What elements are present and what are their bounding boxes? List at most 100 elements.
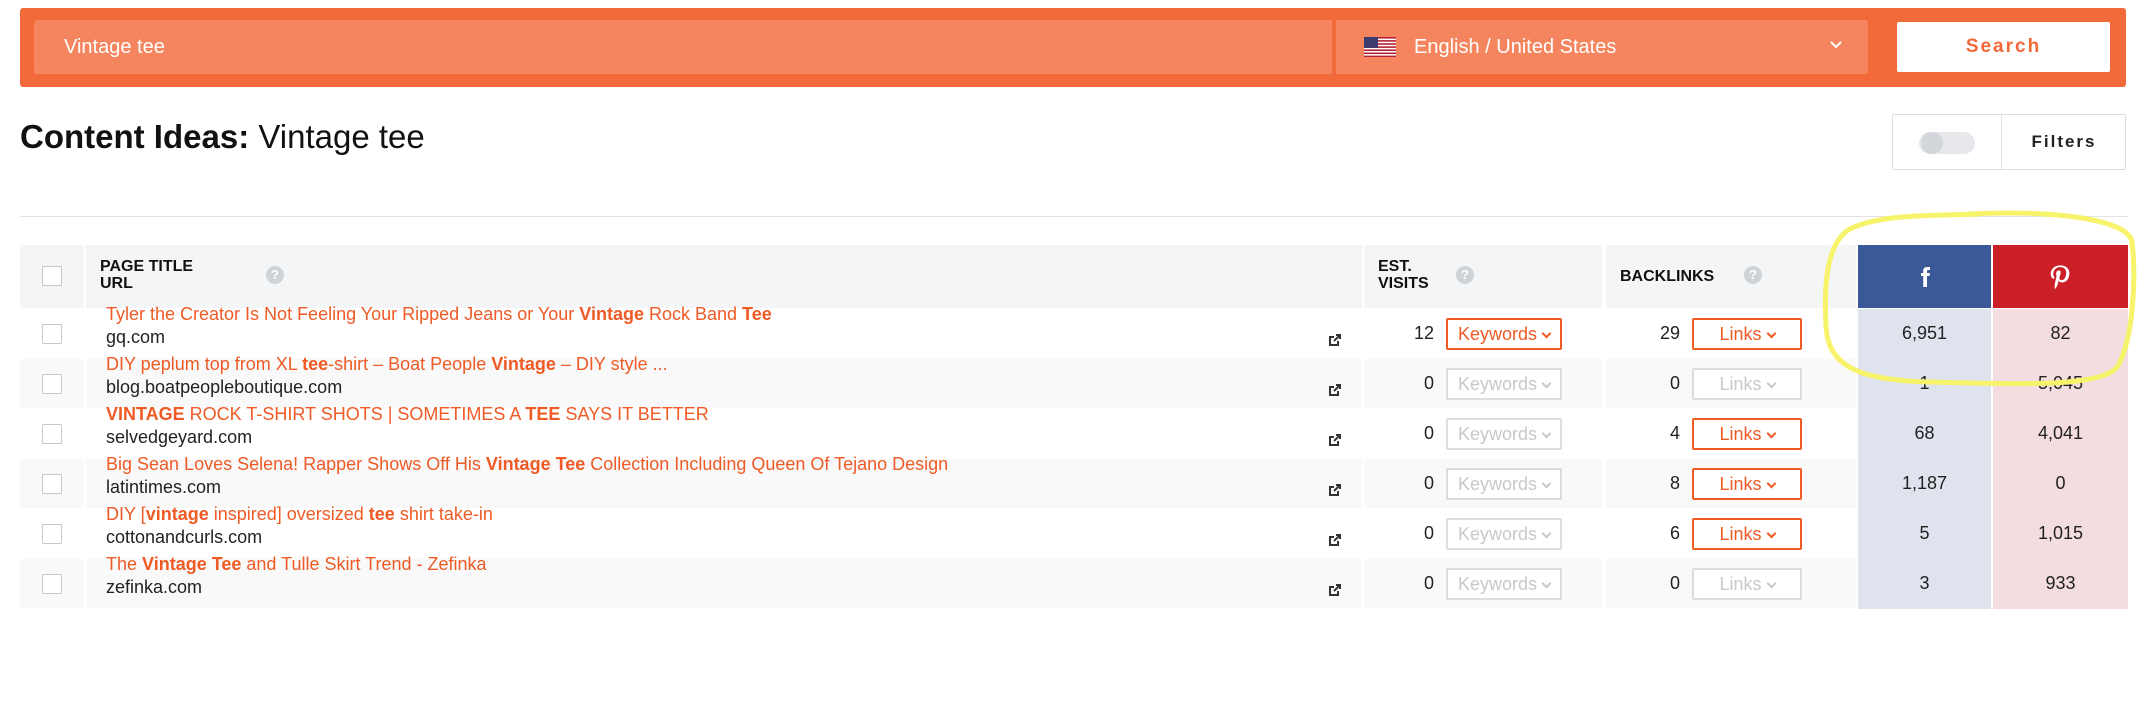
- chevron-down-icon: [1766, 328, 1776, 339]
- page-title-link[interactable]: Tyler the Creator Is Not Feeling Your Ri…: [106, 304, 772, 325]
- pinterest-shares-cell: 4,041: [1993, 409, 2128, 459]
- row-checkbox[interactable]: [42, 574, 62, 594]
- keywords-label: Keywords: [1457, 324, 1538, 344]
- title-text: SAYS IT BETTER: [560, 404, 709, 424]
- visits-cell: 0 Keywords: [1364, 409, 1602, 458]
- page-domain: blog.boatpeopleboutique.com: [106, 377, 343, 397]
- select-cell: [20, 559, 84, 608]
- links-dropdown[interactable]: Links: [1692, 468, 1802, 500]
- header-facebook-cell[interactable]: [1858, 245, 1991, 308]
- select-cell: [20, 509, 84, 558]
- keywords-label: Keywords: [1457, 424, 1538, 444]
- external-link-icon[interactable]: [1326, 331, 1344, 349]
- facebook-shares-value: 1,187: [1901, 473, 1948, 493]
- row-checkbox[interactable]: [42, 524, 62, 544]
- backlinks-cell: 0 Links: [1606, 559, 1856, 608]
- filters-button[interactable]: Filters: [2002, 115, 2126, 169]
- page-title-link[interactable]: DIY peplum top from XL tee-shirt – Boat …: [106, 354, 668, 375]
- facebook-shares-value: 1: [1919, 373, 1930, 393]
- backlinks-value: 8: [1669, 473, 1680, 493]
- search-bar: Vintage tee English / United States Sear…: [20, 8, 2126, 87]
- backlinks-value: 29: [1659, 323, 1680, 343]
- table-row: Tyler the Creator Is Not Feeling Your Ri…: [20, 304, 2128, 359]
- page-title-link[interactable]: DIY [vintage inspired] oversized tee shi…: [106, 504, 493, 525]
- select-all-checkbox[interactable]: [42, 266, 62, 286]
- backlinks-value: 0: [1669, 573, 1680, 593]
- external-link-icon[interactable]: [1326, 431, 1344, 449]
- row-checkbox[interactable]: [42, 424, 62, 444]
- links-dropdown[interactable]: Links: [1692, 518, 1802, 550]
- filter-toggle[interactable]: [1919, 132, 1975, 154]
- table-row: The Vintage Tee and Tulle Skirt Trend - …: [20, 554, 2128, 609]
- header-backlinks-cell: BACKLINKS ?: [1606, 245, 1856, 308]
- facebook-shares-cell: 3: [1858, 559, 1991, 609]
- help-icon[interactable]: ?: [1456, 266, 1474, 284]
- pinterest-shares-value: 933: [2045, 573, 2076, 593]
- backlinks-value: 6: [1669, 523, 1680, 543]
- keywords-dropdown: Keywords: [1446, 518, 1562, 550]
- pinterest-icon: [2050, 265, 2070, 289]
- page-domain: latintimes.com: [106, 477, 222, 497]
- select-cell: [20, 409, 84, 458]
- page-title-link[interactable]: Big Sean Loves Selena! Rapper Shows Off …: [106, 454, 948, 475]
- title-text: Big Sean Loves Selena! Rapper Shows Off …: [106, 454, 486, 474]
- est-visits-value: 0: [1423, 423, 1434, 443]
- search-button[interactable]: Search: [1897, 22, 2110, 72]
- keywords-dropdown: Keywords: [1446, 418, 1562, 450]
- help-icon[interactable]: ?: [1744, 266, 1762, 284]
- title-text: DIY [: [106, 504, 146, 524]
- facebook-shares-value: 68: [1914, 423, 1935, 443]
- backlinks-cell: 4 Links: [1606, 409, 1856, 458]
- est-visits-value: 0: [1423, 523, 1434, 543]
- facebook-shares-cell: 6,951: [1858, 309, 1991, 359]
- pinterest-shares-value: 4,041: [2037, 423, 2084, 443]
- links-label: Links: [1719, 574, 1762, 594]
- pinterest-shares-cell: 5,045: [1993, 359, 2128, 409]
- external-link-icon[interactable]: [1326, 381, 1344, 399]
- us-flag-icon: [1364, 37, 1396, 57]
- visits-cell: 0 Keywords: [1364, 509, 1602, 558]
- title-text: Tyler the Creator Is Not Feeling Your Ri…: [106, 304, 580, 324]
- keywords-label: Keywords: [1457, 574, 1538, 594]
- chevron-down-icon: [1541, 528, 1552, 539]
- language-select[interactable]: English / United States: [1336, 20, 1868, 74]
- table-row: Big Sean Loves Selena! Rapper Shows Off …: [20, 454, 2128, 509]
- header-pinterest-cell[interactable]: [1993, 245, 2128, 308]
- row-checkbox[interactable]: [42, 374, 62, 394]
- keywords-dropdown[interactable]: Keywords: [1446, 318, 1562, 350]
- keyword-match: Vintage Tee: [142, 554, 242, 574]
- backlinks-cell: 8 Links: [1606, 459, 1856, 508]
- external-link-icon[interactable]: [1326, 481, 1344, 499]
- keywords-label: Keywords: [1457, 474, 1538, 494]
- facebook-shares-value: 5: [1919, 523, 1930, 543]
- backlinks-cell: 0 Links: [1606, 359, 1856, 408]
- table-row: VINTAGE ROCK T-SHIRT SHOTS | SOMETIMES A…: [20, 404, 2128, 459]
- page-title-link[interactable]: VINTAGE ROCK T-SHIRT SHOTS | SOMETIMES A…: [106, 404, 709, 425]
- facebook-shares-cell: 5: [1858, 509, 1991, 559]
- keyword-match: TEE: [525, 404, 561, 424]
- links-dropdown[interactable]: Links: [1692, 418, 1802, 450]
- external-link-icon[interactable]: [1326, 581, 1344, 599]
- chevron-down-icon: [1766, 378, 1776, 389]
- table-row: DIY peplum top from XL tee-shirt – Boat …: [20, 354, 2128, 409]
- links-dropdown[interactable]: Links: [1692, 318, 1802, 350]
- title-text: The: [106, 554, 143, 574]
- chevron-down-icon: [1766, 578, 1776, 589]
- filter-controls: Filters: [1892, 114, 2126, 170]
- visits-cell: 12 Keywords: [1364, 309, 1602, 358]
- keywords-dropdown: Keywords: [1446, 468, 1562, 500]
- est-visits-value: 0: [1423, 573, 1434, 593]
- chevron-down-icon: [1766, 528, 1776, 539]
- keyword-input[interactable]: Vintage tee: [34, 20, 1332, 74]
- links-label: Links: [1719, 524, 1762, 544]
- help-icon[interactable]: ?: [266, 266, 284, 284]
- page-title-prefix: Content Ideas:: [20, 118, 250, 155]
- page-title: Content Ideas: Vintage tee: [20, 118, 425, 156]
- title-cell: Big Sean Loves Selena! Rapper Shows Off …: [86, 454, 1362, 508]
- row-checkbox[interactable]: [42, 474, 62, 494]
- links-dropdown: Links: [1692, 368, 1802, 400]
- chevron-down-icon: [1766, 428, 1776, 439]
- external-link-icon[interactable]: [1326, 531, 1344, 549]
- page-title-link[interactable]: The Vintage Tee and Tulle Skirt Trend - …: [106, 554, 487, 575]
- row-checkbox[interactable]: [42, 324, 62, 344]
